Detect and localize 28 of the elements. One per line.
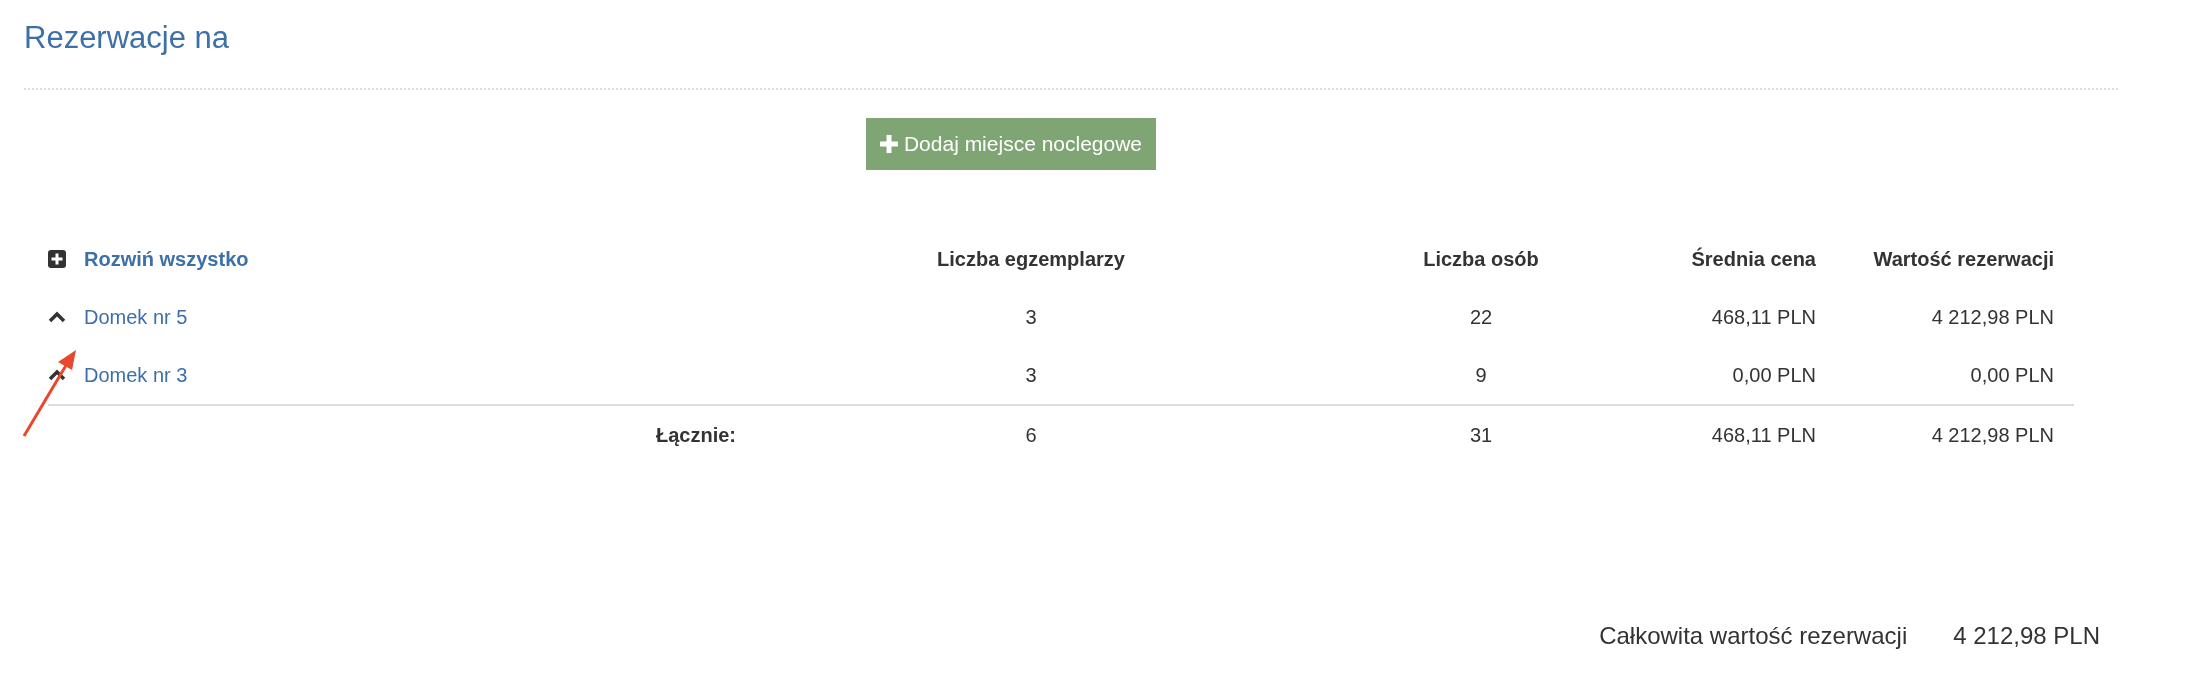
total-cell: 468,11 PLN [1711,423,1816,447]
table-cell: 22 [1469,305,1493,329]
column-header: Liczba osób [1423,247,1539,271]
plus-square-icon[interactable] [48,250,66,268]
table-cell: 0,00 PLN [1732,363,1816,387]
table-cell: 0,00 PLN [1970,363,2054,387]
row-name-link[interactable]: Domek nr 5 [84,305,188,329]
row-name-link[interactable]: Domek nr 3 [84,363,188,387]
total-cell: 31 [1469,423,1493,447]
summary-value: 4 212,98 PLN [1953,622,2100,650]
expand-all-link[interactable]: Rozwiń wszystko [84,247,249,271]
add-accommodation-button[interactable]: Dodaj miejsce noclegowe [865,118,1157,170]
column-header: Liczba egzemplarzy [937,247,1125,271]
total-cell: 4 212,98 PLN [1931,423,2054,447]
summary-label: Całkowita wartość rezerwacji [1599,622,1908,650]
totals-label: Łącznie: [655,423,736,447]
table-cell: 468,11 PLN [1711,305,1816,329]
table-cell: 3 [1025,305,1037,329]
plus-icon [879,135,898,153]
column-header: Wartość rezerwacji [1873,247,2054,271]
page-title: Rezerwacje na [24,19,230,57]
chevron-up-icon[interactable] [48,311,66,323]
total-cell: 6 [1025,423,1037,447]
table-cell: 4 212,98 PLN [1931,305,2054,329]
table-cell: 9 [1475,363,1487,387]
column-header: Średnia cena [1691,247,1816,271]
chevron-up-icon[interactable] [48,369,66,381]
table-cell: 3 [1025,363,1037,387]
